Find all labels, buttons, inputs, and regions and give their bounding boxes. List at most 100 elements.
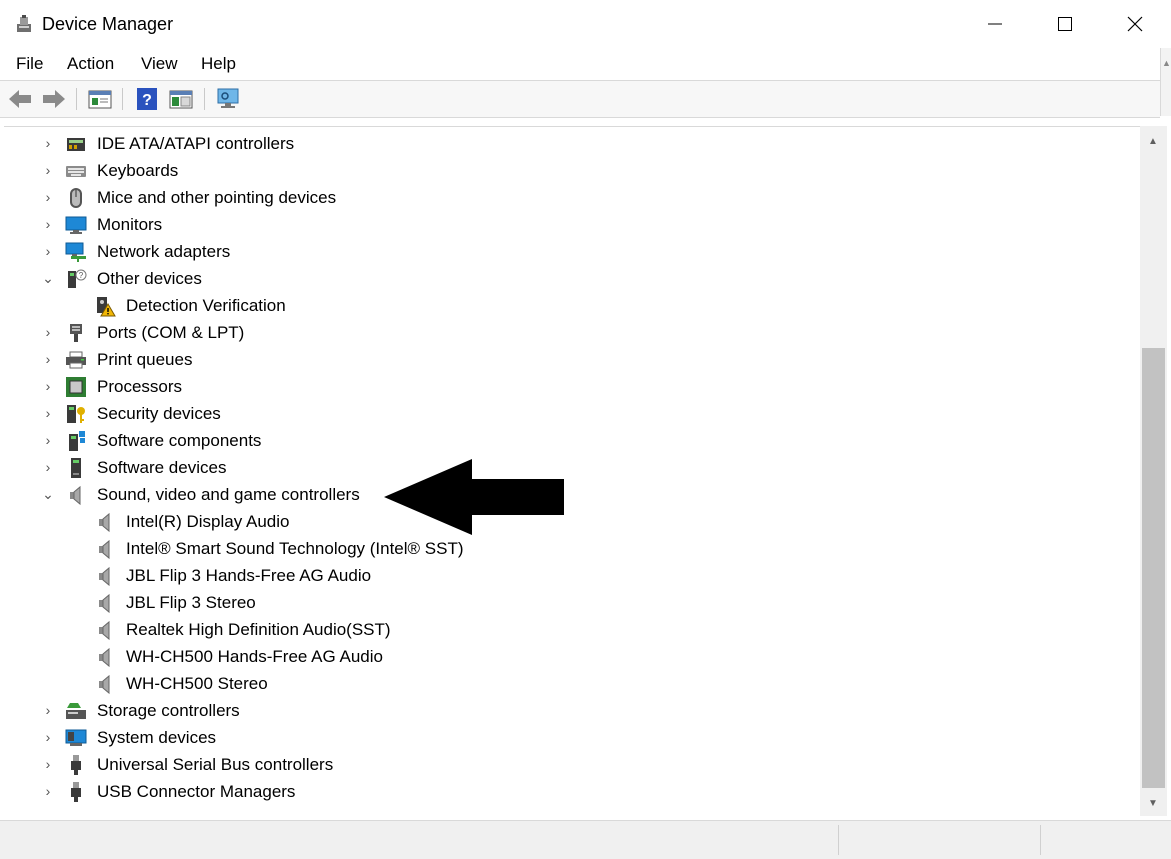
chevron-right-icon[interactable]: › <box>40 702 56 718</box>
software-device-icon <box>71 458 81 478</box>
close-button[interactable] <box>1100 0 1170 48</box>
tree-item-label: WH-CH500 Stereo <box>126 674 268 693</box>
chevron-right-icon[interactable]: › <box>40 189 56 205</box>
chevron-right-icon[interactable]: › <box>40 243 56 259</box>
back-arrow-icon <box>9 90 31 108</box>
device-tree: › IDE ATA/ATAPI controllers › Keyboards … <box>4 126 1140 817</box>
tree-item-label: Intel(R) Display Audio <box>126 512 290 531</box>
menu-bar: File Action View Help <box>0 48 1171 80</box>
forward-button[interactable] <box>40 86 68 112</box>
tree-item-keyboards[interactable]: › Keyboards <box>4 157 1104 184</box>
keyboard-icon <box>66 166 86 177</box>
window-title: Device Manager <box>42 14 174 34</box>
minimize-icon <box>988 23 1002 25</box>
chevron-right-icon[interactable]: › <box>40 459 56 475</box>
tree-item-label: Keyboards <box>97 161 179 180</box>
tree-item-label: JBL Flip 3 Hands-Free AG Audio <box>126 566 372 585</box>
chevron-down-icon[interactable]: ⌄ <box>40 486 56 502</box>
chevron-right-icon[interactable]: › <box>40 378 56 394</box>
view-button[interactable] <box>167 86 195 112</box>
svg-text:?: ? <box>142 92 152 109</box>
scroll-down-icon[interactable]: ▼ <box>1148 798 1158 809</box>
tree-item-ports-com-lpt[interactable]: › Ports (COM & LPT) <box>4 319 1104 346</box>
menu-help[interactable]: Help <box>201 54 236 74</box>
menu-file[interactable]: File <box>16 54 43 74</box>
help-icon: ? <box>137 88 157 110</box>
maximize-button[interactable] <box>1030 0 1100 48</box>
tree-item-print-queues[interactable]: › Print queues <box>4 346 1104 373</box>
menu-view[interactable]: View <box>141 54 178 74</box>
minimize-button[interactable] <box>960 0 1030 48</box>
tree-item-processors[interactable]: › Processors <box>4 373 1104 400</box>
speaker-icon <box>99 593 110 614</box>
system-device-icon <box>65 729 87 746</box>
chevron-right-icon[interactable]: › <box>40 432 56 448</box>
chevron-right-icon[interactable]: › <box>40 729 56 745</box>
chevron-right-icon[interactable]: › <box>40 324 56 340</box>
tree-item-label: Monitors <box>97 215 163 234</box>
tree-item-label: Ports (COM & LPT) <box>97 323 245 342</box>
tree-item-jbl-flip-3-stereo[interactable]: JBL Flip 3 Stereo <box>4 589 1104 616</box>
tree-item-label: Storage controllers <box>97 701 240 720</box>
help-button[interactable]: ? <box>133 86 161 112</box>
speaker-icon <box>99 539 110 560</box>
tree-item-ide-ata-atapi-controllers[interactable]: › IDE ATA/ATAPI controllers <box>4 130 1104 157</box>
scroll-up-icon[interactable]: ▲ <box>1148 136 1158 147</box>
tree-item-other-devices[interactable]: ⌄ ? Other devices <box>4 265 1104 292</box>
processor-icon <box>66 377 86 397</box>
tree-item-label: WH-CH500 Hands-Free AG Audio <box>126 647 383 666</box>
chevron-right-icon[interactable]: › <box>40 135 56 151</box>
pointer-arrow-icon <box>384 459 564 535</box>
scrollbar-thumb[interactable] <box>1142 348 1165 788</box>
chevron-right-icon[interactable]: › <box>40 783 56 799</box>
tree-item-label: Other devices <box>97 269 202 288</box>
chevron-right-icon[interactable]: › <box>40 162 56 178</box>
tree-item-label: System devices <box>97 728 217 747</box>
chevron-right-icon[interactable]: › <box>40 756 56 772</box>
properties-icon <box>88 90 112 109</box>
maximize-icon <box>1058 17 1072 31</box>
tree-item-mice-and-other-pointing-devices[interactable]: › Mice and other pointing devices <box>4 184 1104 211</box>
tree-item-universal-serial-bus-controllers[interactable]: › Universal Serial Bus controllers <box>4 751 1104 778</box>
tree-item-security-devices[interactable]: › Security devices <box>4 400 1104 427</box>
speaker-icon <box>99 647 110 668</box>
tree-item-monitors[interactable]: › Monitors <box>4 211 1104 238</box>
properties-button[interactable] <box>86 86 114 112</box>
chevron-down-icon[interactable]: ⌄ <box>40 270 56 286</box>
menu-action[interactable]: Action <box>67 54 114 74</box>
scan-hardware-button[interactable] <box>214 86 242 112</box>
tree-item-jbl-flip-3-hands-free-ag-audio[interactable]: JBL Flip 3 Hands-Free AG Audio <box>4 562 1104 589</box>
tree-item-label: Software components <box>97 431 262 450</box>
tree-item-system-devices[interactable]: › System devices <box>4 724 1104 751</box>
tree-item-intel-smart-sound-technology[interactable]: Intel® Smart Sound Technology (Intel® SS… <box>4 535 1104 562</box>
toolbar-separator <box>122 88 123 110</box>
tree-item-wh-ch500-hands-free-ag-audio[interactable]: WH-CH500 Hands-Free AG Audio <box>4 643 1104 670</box>
tree-item-storage-controllers[interactable]: › Storage controllers <box>4 697 1104 724</box>
software-component-icon <box>69 431 85 451</box>
tree-item-network-adapters[interactable]: › Network adapters <box>4 238 1104 265</box>
tree-item-software-components[interactable]: › Software components <box>4 427 1104 454</box>
chevron-right-icon[interactable]: › <box>40 216 56 232</box>
title-bar[interactable]: Device Manager <box>0 0 1171 48</box>
speaker-icon <box>99 620 110 641</box>
tree-item-wh-ch500-stereo[interactable]: WH-CH500 Stereo <box>4 670 1104 697</box>
close-icon <box>1127 16 1143 32</box>
tree-item-label: Processors <box>97 377 183 396</box>
back-button[interactable] <box>6 86 34 112</box>
device-manager-app-icon <box>17 15 31 32</box>
tree-item-label: Universal Serial Bus controllers <box>97 755 334 774</box>
tree-item-detection-verification[interactable]: Detection Verification <box>4 292 1104 319</box>
printer-icon <box>66 351 86 369</box>
unknown-device-icon: ? <box>68 269 87 288</box>
tree-item-label: USB Connector Managers <box>97 782 296 801</box>
speaker-icon <box>99 566 110 587</box>
status-bar <box>0 820 1171 859</box>
tree-item-label: Detection Verification <box>126 296 286 315</box>
device-manager-window: Device Manager File Action View Help ▲ ?… <box>0 0 1171 859</box>
toolbar-separator <box>204 88 205 110</box>
vertical-scrollbar[interactable]: ▲ ▼ <box>1140 126 1167 816</box>
chevron-right-icon[interactable]: › <box>40 405 56 421</box>
tree-item-realtek-high-definition-audio[interactable]: Realtek High Definition Audio(SST) <box>4 616 1104 643</box>
tree-item-usb-connector-managers[interactable]: › USB Connector Managers <box>4 778 1104 805</box>
chevron-right-icon[interactable]: › <box>40 351 56 367</box>
